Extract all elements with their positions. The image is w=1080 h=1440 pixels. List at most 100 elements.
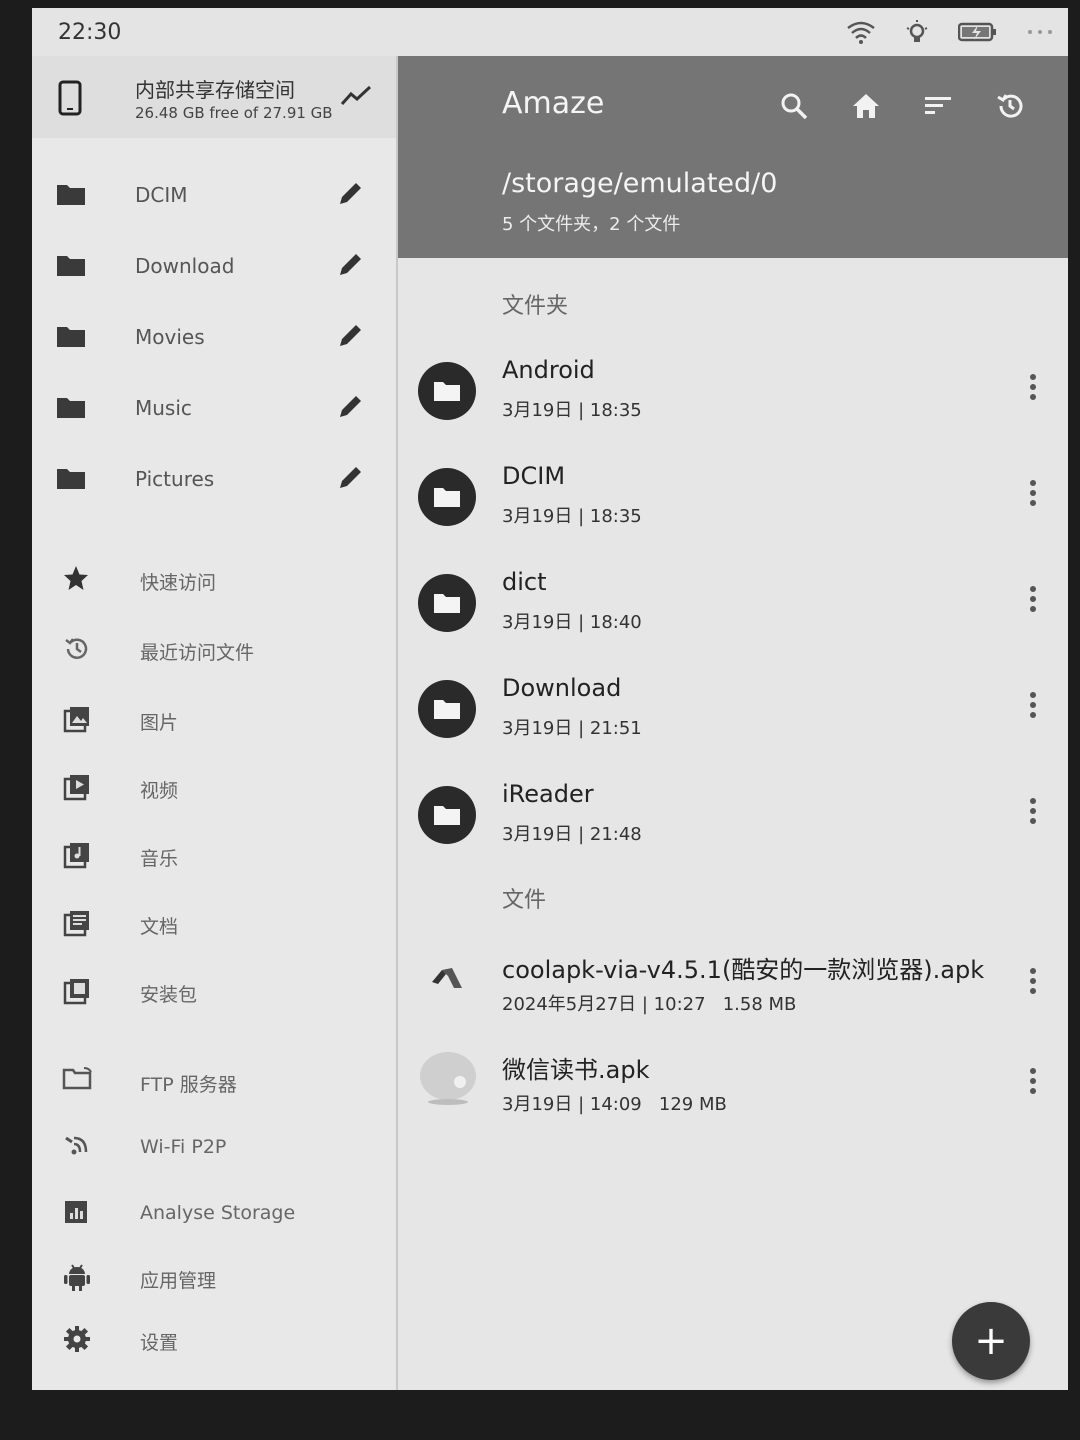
folder-icon — [434, 700, 460, 719]
storage-header[interactable]: 内部共享存储空间 26.48 GB free of 27.91 GB — [32, 56, 396, 138]
more-vert-icon[interactable] — [1028, 690, 1038, 720]
ftp-icon — [62, 1067, 92, 1090]
sidebar-folder-label: Pictures — [135, 467, 215, 491]
gear-icon — [64, 1326, 90, 1352]
folder-meta: 3月19日 | 18:40 — [502, 612, 642, 633]
edit-icon[interactable] — [336, 178, 366, 208]
history-icon — [65, 638, 88, 659]
history-icon — [997, 94, 1023, 118]
folder-name: DCIM — [502, 462, 566, 490]
sidebar-item-label: Wi-Fi P2P — [140, 1136, 227, 1158]
folder-row-dcim[interactable]: DCIM 3月19日 | 18:35 — [398, 462, 1068, 562]
weixin-read-app-icon — [420, 1052, 476, 1105]
folder-avatar — [418, 786, 476, 844]
folder-name: Android — [502, 356, 595, 384]
sidebar-item-music[interactable]: 音乐 — [32, 828, 396, 884]
search-icon — [781, 93, 808, 120]
status-icons — [846, 18, 1054, 46]
file-name: 微信读书.apk — [502, 1056, 650, 1084]
files-header: 文件 — [502, 888, 547, 913]
video-icon — [63, 775, 89, 801]
file-meta: 3月19日 | 14:09 129 MB — [502, 1094, 727, 1115]
sidebar-item-app-manager[interactable]: 应用管理 — [32, 1250, 396, 1306]
folder-avatar — [418, 468, 476, 526]
sidebar-item-label: 快速访问 — [140, 572, 217, 594]
sidebar-item-label: 设置 — [140, 1332, 179, 1354]
folder-icon — [434, 594, 460, 613]
more-vert-icon[interactable] — [1028, 1066, 1038, 1096]
sidebar-item-images[interactable]: 图片 — [32, 692, 396, 748]
home-icon — [853, 94, 879, 118]
music-icon — [63, 843, 89, 869]
document-icon — [63, 911, 89, 937]
sidebar-item-documents[interactable]: 文档 — [32, 896, 396, 952]
folder-icon — [57, 327, 85, 347]
search-button[interactable] — [758, 86, 830, 126]
device-screen: 22:30 内部共享存储空间 26.48 GB free of 27.91 GB… — [32, 8, 1068, 1390]
sidebar-folder-music[interactable]: Music — [32, 379, 396, 439]
add-fab-button[interactable]: + — [952, 1302, 1030, 1380]
sidebar-item-recent[interactable]: 最近访问文件 — [32, 622, 396, 678]
folder-icon — [434, 806, 460, 825]
app-bar: Amaze /storage/emulated/0 5 个文件夹，2 个文件 — [398, 56, 1068, 258]
home-button[interactable] — [830, 86, 902, 126]
sidebar-item-label: 文档 — [140, 916, 179, 938]
folder-row-android[interactable]: Android 3月19日 | 18:35 — [398, 356, 1068, 456]
history-button[interactable] — [974, 86, 1046, 126]
item-count: 5 个文件夹，2 个文件 — [502, 214, 681, 235]
folder-avatar — [418, 680, 476, 738]
sidebar-folder-label: Music — [135, 396, 192, 420]
sidebar-folder-movies[interactable]: Movies — [32, 308, 396, 368]
lightbulb-icon — [906, 20, 928, 42]
sidebar-item-analyse-storage[interactable]: Analyse Storage — [32, 1186, 396, 1242]
sort-button[interactable] — [902, 86, 974, 126]
folder-row-ireader[interactable]: iReader 3月19日 | 21:48 — [398, 780, 1068, 880]
file-browser: Amaze /storage/emulated/0 5 个文件夹，2 个文件 文… — [398, 56, 1068, 1390]
folder-row-download[interactable]: Download 3月19日 | 21:51 — [398, 674, 1068, 774]
sidebar-folder-download[interactable]: Download — [32, 237, 396, 297]
overflow-menu-button[interactable] — [1046, 86, 1068, 126]
plus-icon: + — [974, 1318, 1008, 1364]
file-name: coolapk-via-v4.5.1(酷安的一款浏览器).apk — [502, 956, 985, 984]
more-status-icon — [1028, 30, 1052, 34]
sidebar-folder-dcim[interactable]: DCIM — [32, 166, 396, 226]
sidebar-item-label: FTP 服务器 — [140, 1074, 237, 1096]
folder-avatar — [418, 574, 476, 632]
phone-icon — [58, 80, 82, 116]
wifi-icon — [847, 21, 875, 44]
app-title: Amaze — [502, 86, 605, 121]
edit-icon[interactable] — [336, 249, 366, 279]
more-vert-icon[interactable] — [1028, 966, 1038, 996]
folder-icon — [57, 398, 85, 418]
sidebar-folder-label: DCIM — [135, 183, 188, 207]
package-icon — [63, 979, 89, 1005]
edit-icon[interactable] — [336, 320, 366, 350]
more-vert-icon[interactable] — [1028, 584, 1038, 614]
file-row-weixin-read[interactable]: 微信读书.apk 3月19日 | 14:09 129 MB — [398, 1050, 1068, 1150]
sidebar-folder-label: Download — [135, 254, 235, 278]
trending-icon[interactable] — [340, 84, 372, 106]
sidebar-item-video[interactable]: 视频 — [32, 760, 396, 816]
folder-meta: 3月19日 | 21:48 — [502, 824, 642, 845]
folder-avatar — [418, 362, 476, 420]
sidebar-item-packages[interactable]: 安装包 — [32, 964, 396, 1020]
more-vert-icon[interactable] — [1028, 478, 1038, 508]
edit-icon[interactable] — [336, 462, 366, 492]
more-vert-icon[interactable] — [1028, 796, 1038, 826]
folder-name: dict — [502, 568, 547, 596]
folder-meta: 3月19日 | 21:51 — [502, 718, 642, 739]
image-icon — [63, 707, 89, 733]
folder-meta: 3月19日 | 18:35 — [502, 400, 642, 421]
folder-icon — [434, 382, 460, 401]
more-vert-icon[interactable] — [1028, 372, 1038, 402]
sidebar-item-settings[interactable]: 设置 — [32, 1312, 396, 1368]
folder-row-dict[interactable]: dict 3月19日 | 18:40 — [398, 568, 1068, 668]
sidebar-item-quick-access[interactable]: 快速访问 — [32, 552, 396, 608]
edit-icon[interactable] — [336, 391, 366, 421]
sidebar-folder-pictures[interactable]: Pictures — [32, 450, 396, 510]
file-row-coolapk[interactable]: coolapk-via-v4.5.1(酷安的一款浏览器).apk 2024年5月… — [398, 950, 1068, 1050]
folders-header: 文件夹 — [502, 294, 569, 319]
file-meta: 2024年5月27日 | 10:27 1.58 MB — [502, 994, 797, 1015]
sidebar-item-ftp[interactable]: FTP 服务器 — [32, 1054, 396, 1110]
sidebar-item-wifi-p2p[interactable]: Wi-Fi P2P — [32, 1120, 396, 1176]
